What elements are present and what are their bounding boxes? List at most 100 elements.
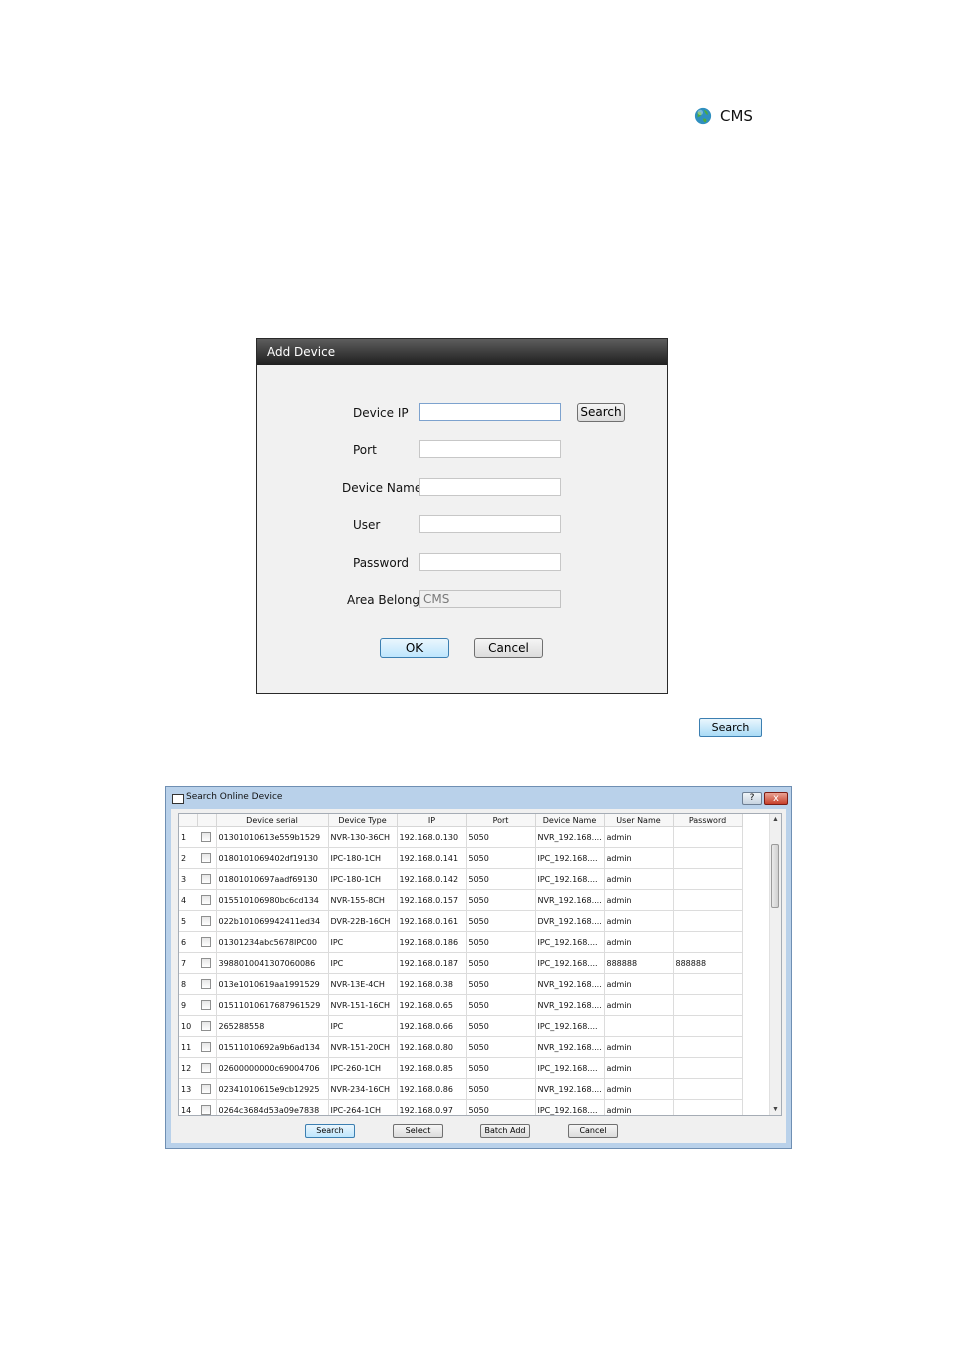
row-checkbox-cell [197, 952, 217, 974]
row-number: 6 [179, 931, 197, 953]
row-number: 4 [179, 889, 197, 911]
cell-user-name: admin [604, 868, 674, 890]
cell-password [673, 931, 743, 953]
device-ip-input[interactable] [419, 403, 561, 421]
cell-user-name: admin [604, 994, 674, 1016]
header-device-type[interactable]: Device Type [328, 814, 398, 827]
cell-device-type: IPC [328, 952, 398, 974]
cell-serial: 0264c3684d53a09e7838 [216, 1099, 329, 1115]
row-checkbox[interactable] [201, 895, 212, 905]
row-checkbox[interactable] [201, 832, 212, 842]
cell-device-name: IPC_192.168.... [535, 1099, 605, 1115]
table-row[interactable]: 7 3988010041307060086 IPC 192.168.0.187 5050… [179, 952, 743, 974]
cell-serial: 01511010617687961529 [216, 994, 329, 1016]
cell-device-name: IPC_192.168.... [535, 952, 605, 974]
table-row[interactable]: 4 015510106980bc6cd134 NVR-155-8CH 192.168.… [179, 889, 743, 911]
cell-device-name: NVR_192.168.... [535, 973, 605, 995]
cancel-button[interactable]: Cancel [474, 638, 543, 658]
ok-button[interactable]: OK [380, 638, 449, 658]
row-number: 5 [179, 910, 197, 932]
row-number: 2 [179, 847, 197, 869]
device-name-label: Device Name [342, 481, 423, 495]
table-row[interactable]: 6 01301234abc5678IPC00 IPC 192.168.0.186 505… [179, 931, 743, 953]
row-checkbox[interactable] [201, 1021, 212, 1031]
help-button[interactable]: ? [742, 792, 762, 805]
cms-tree-item[interactable]: CMS [694, 107, 753, 125]
table-row[interactable]: 2 0180101069402df19130 IPC-180-1CH 192.168.… [179, 847, 743, 869]
header-ip[interactable]: IP [397, 814, 467, 827]
batch-add-button[interactable]: Batch Add [480, 1124, 530, 1138]
header-device-serial[interactable]: Device serial [216, 814, 329, 827]
cell-user-name: admin [604, 973, 674, 995]
cell-user-name [604, 1015, 674, 1037]
row-checkbox[interactable] [201, 853, 212, 863]
cell-password [673, 889, 743, 911]
cell-user-name: admin [604, 826, 674, 848]
user-label: User [353, 518, 381, 532]
row-number: 3 [179, 868, 197, 890]
row-checkbox[interactable] [201, 1042, 212, 1052]
cell-ip: 192.168.0.186 [397, 931, 467, 953]
cell-serial: 02600000000c69004706 [216, 1057, 329, 1079]
scroll-up-icon[interactable]: ▲ [770, 814, 781, 825]
cell-ip: 192.168.0.161 [397, 910, 467, 932]
row-checkbox[interactable] [201, 1063, 212, 1073]
cell-device-name: IPC_192.168.... [535, 1015, 605, 1037]
cell-password [673, 1015, 743, 1037]
search-button-dialog[interactable]: Search [305, 1124, 355, 1138]
cms-label: CMS [720, 107, 753, 125]
row-number: 11 [179, 1036, 197, 1058]
cancel-button-dialog[interactable]: Cancel [568, 1124, 618, 1138]
header-user-name[interactable]: User Name [604, 814, 674, 827]
cell-user-name: admin [604, 889, 674, 911]
cell-port: 5050 [466, 1078, 536, 1100]
scroll-down-icon[interactable]: ▼ [770, 1104, 781, 1115]
close-button[interactable]: x [764, 792, 788, 805]
table-row[interactable]: 1 01301010613e559b1529 NVR-130-36CH 192.168… [179, 826, 743, 848]
cell-device-type: IPC-180-1CH [328, 868, 398, 890]
row-checkbox[interactable] [201, 916, 212, 926]
table-row[interactable]: 11 01511010692a9b6ad134 NVR-151-20CH 192.16… [179, 1036, 743, 1058]
port-input[interactable] [419, 440, 561, 458]
table-row[interactable]: 12 02600000000c69004706 IPC-260-1CH 192.168… [179, 1057, 743, 1079]
header-device-name[interactable]: Device Name [535, 814, 605, 827]
table-row[interactable]: 10 265288558 IPC 192.168.0.66 5050 IPC_192.16… [179, 1015, 743, 1037]
row-checkbox[interactable] [201, 937, 212, 947]
vertical-scrollbar[interactable]: ▲ ▼ [769, 814, 781, 1115]
table-row[interactable]: 9 01511010617687961529 NVR-151-16CH 192.168… [179, 994, 743, 1016]
globe-icon [694, 107, 712, 125]
device-search-button[interactable]: Search [577, 403, 625, 422]
user-input[interactable] [419, 515, 561, 533]
cell-user-name: admin [604, 1036, 674, 1058]
table-row[interactable]: 13 02341010615e9cb12925 NVR-234-16CH 192.16… [179, 1078, 743, 1100]
cell-device-type: DVR-22B-16CH [328, 910, 398, 932]
dialog-title: Add Device [257, 339, 667, 365]
password-input[interactable] [419, 553, 561, 571]
row-checkbox[interactable] [201, 958, 212, 968]
device-name-input[interactable] [419, 478, 561, 496]
cell-port: 5050 [466, 952, 536, 974]
table-row[interactable]: 3 01801010697aadf69130 IPC-180-1CH 192.168.… [179, 868, 743, 890]
row-number: 1 [179, 826, 197, 848]
table-row[interactable]: 8 013e1010619aa1991529 NVR-13E-4CH 192.168.… [179, 973, 743, 995]
row-checkbox[interactable] [201, 979, 212, 989]
row-checkbox[interactable] [201, 874, 212, 884]
cell-device-type: IPC [328, 1015, 398, 1037]
cell-device-name: IPC_192.168.... [535, 868, 605, 890]
row-number: 13 [179, 1078, 197, 1100]
header-password[interactable]: Password [673, 814, 743, 827]
row-checkbox[interactable] [201, 1000, 212, 1010]
row-checkbox[interactable] [201, 1084, 212, 1094]
search-button[interactable]: Search [699, 718, 762, 737]
row-checkbox[interactable] [201, 1105, 212, 1115]
scroll-thumb[interactable] [771, 844, 779, 908]
table-row[interactable]: 14 0264c3684d53a09e7838 IPC-264-1CH 192.168… [179, 1099, 743, 1115]
select-button[interactable]: Select [393, 1124, 443, 1138]
cell-port: 5050 [466, 826, 536, 848]
cell-password [673, 1057, 743, 1079]
cell-device-type: IPC-264-1CH [328, 1099, 398, 1115]
table-row[interactable]: 5 022b101069942411ed34 DVR-22B-16CH 192.168… [179, 910, 743, 932]
header-port[interactable]: Port [466, 814, 536, 827]
cell-device-type: IPC-180-1CH [328, 847, 398, 869]
dialog-title-bar: Search Online Device ? x [166, 787, 791, 809]
